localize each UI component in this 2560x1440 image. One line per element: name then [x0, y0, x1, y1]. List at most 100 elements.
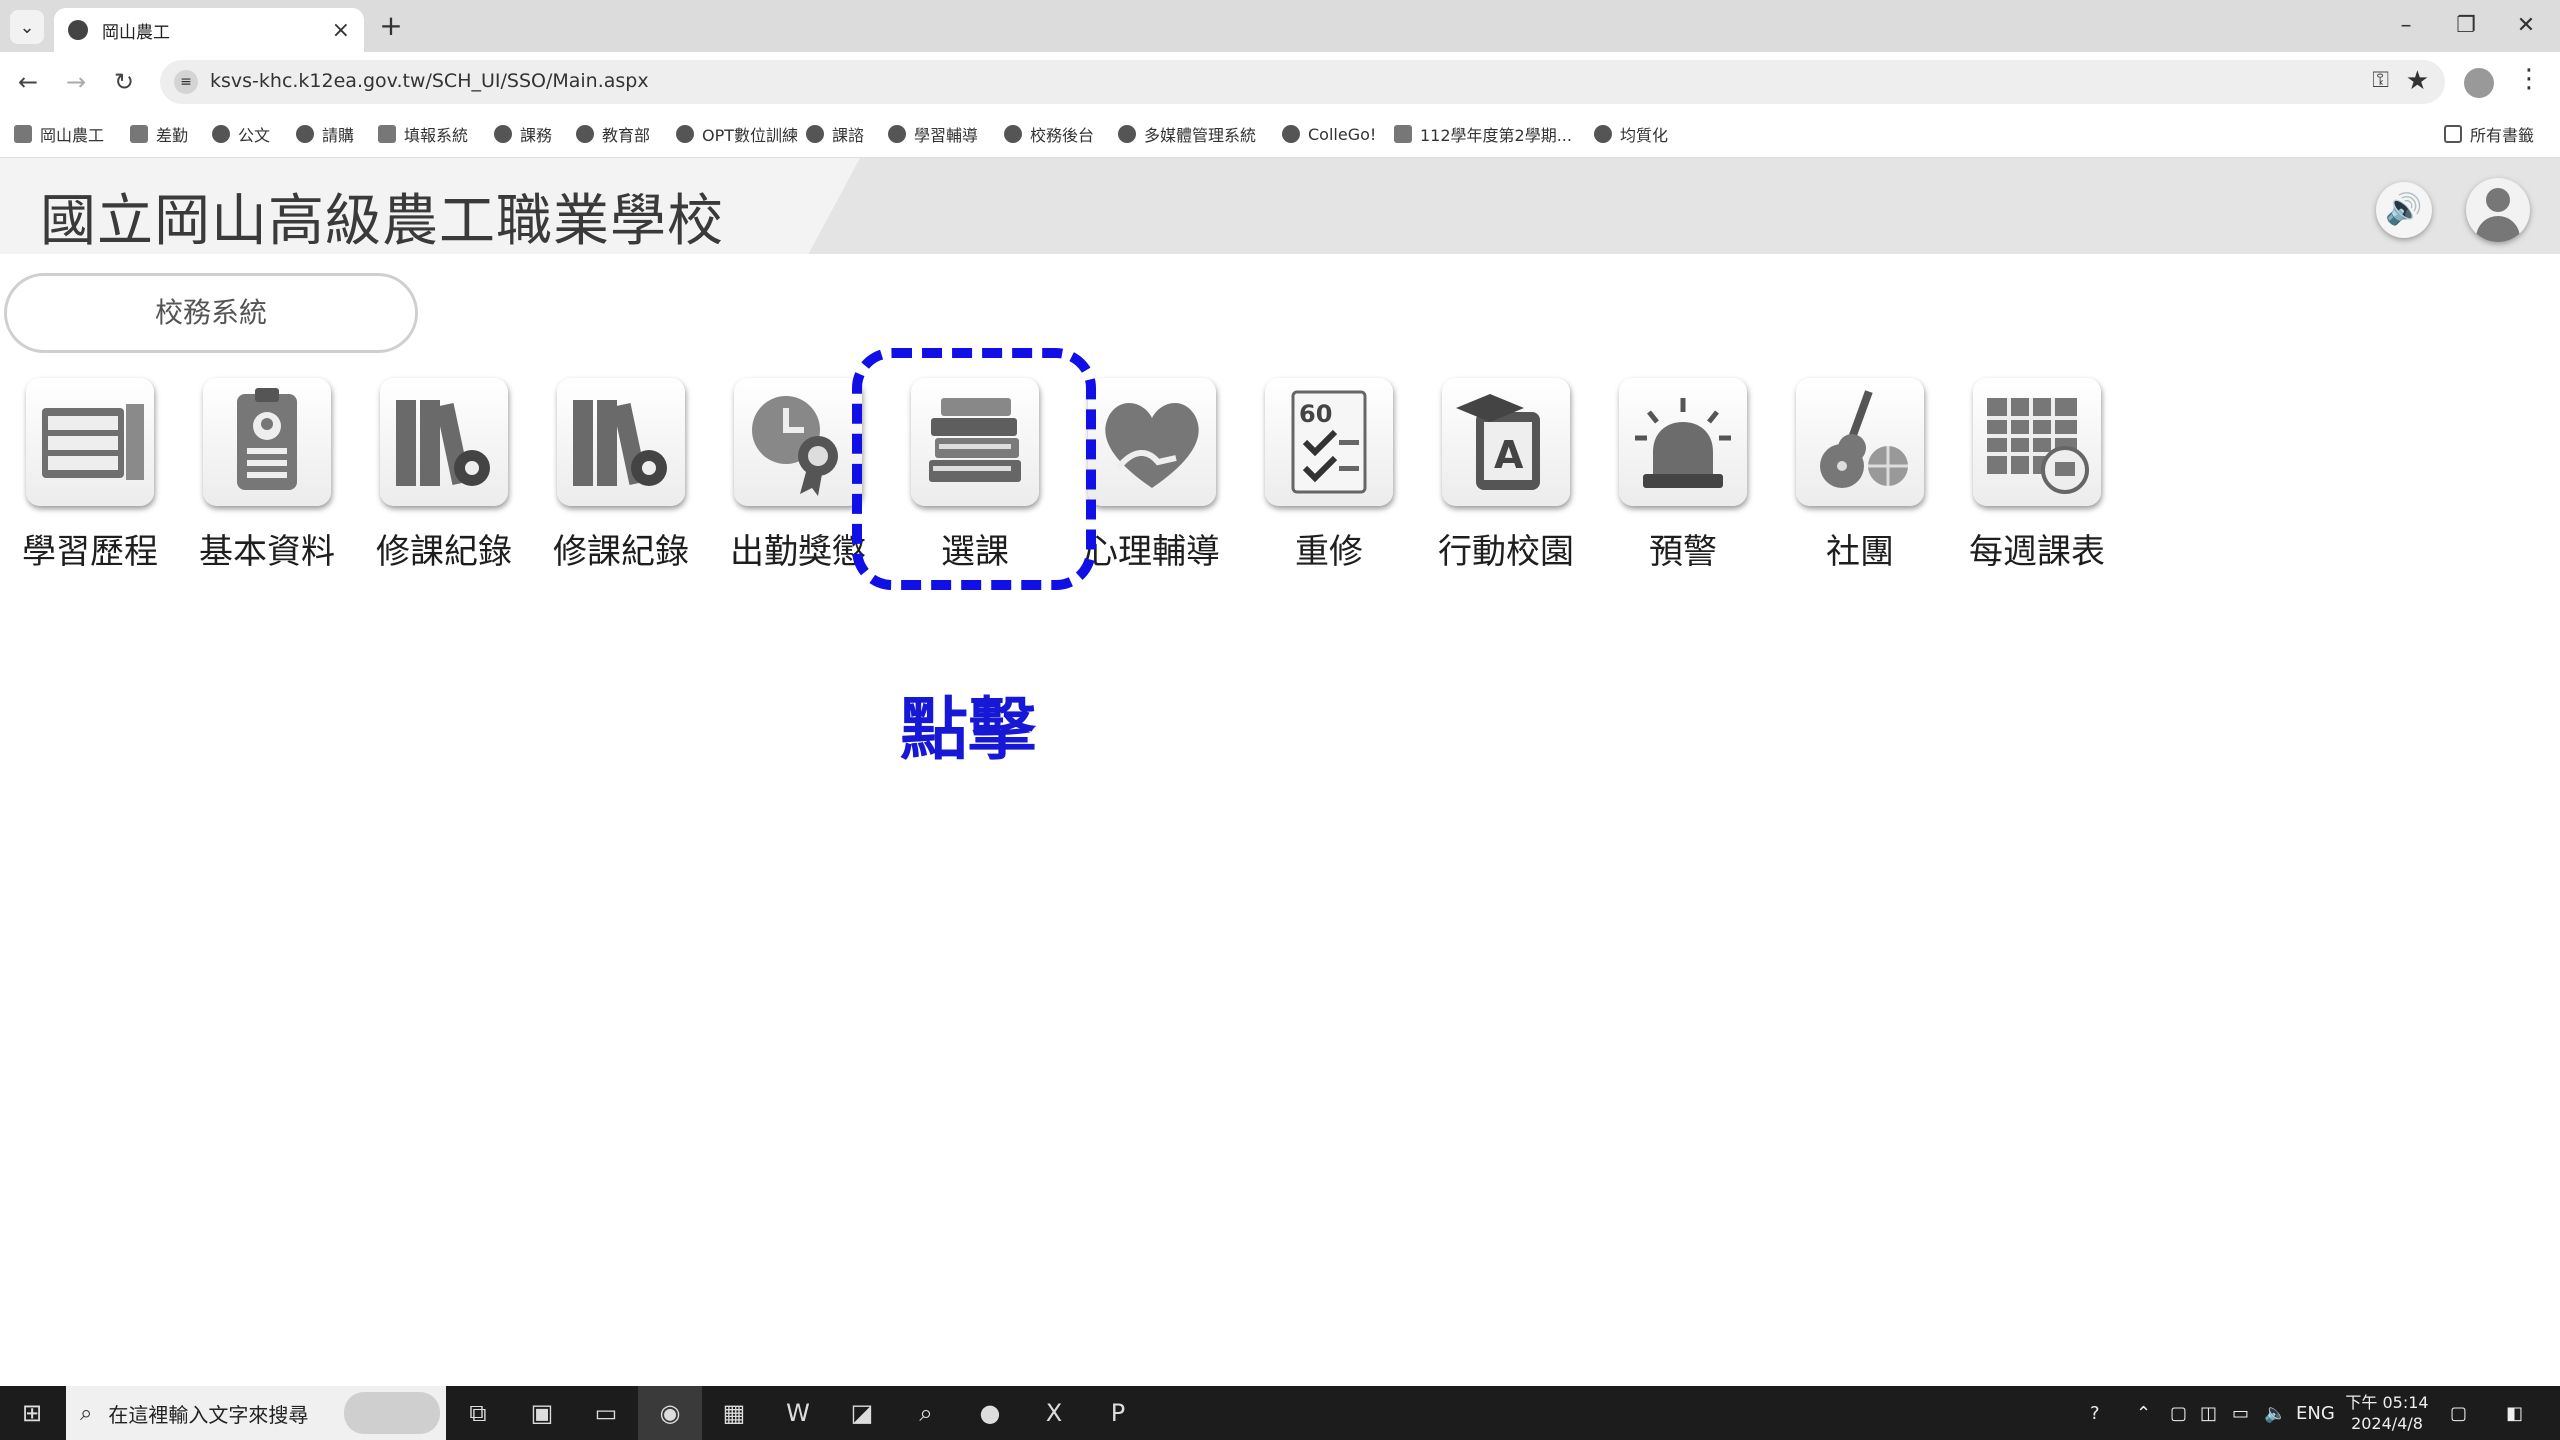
guitar-ball-icon: [1796, 378, 1924, 506]
bookmark-item[interactable]: 請購: [296, 122, 354, 146]
search-highlight-image: [344, 1392, 440, 1434]
chevron-up-icon[interactable]: ⌃: [2136, 1386, 2151, 1440]
restore-button[interactable]: ❐: [2436, 8, 2496, 44]
bookmark-star-icon[interactable]: ★: [2406, 66, 2429, 96]
bookmark-item[interactable]: 課務: [494, 122, 552, 146]
display-icon[interactable]: ◫: [2200, 1386, 2217, 1440]
volume-muted-icon[interactable]: 🔈: [2264, 1386, 2286, 1440]
system-button[interactable]: 校務系統: [4, 273, 418, 353]
globe-icon: [296, 125, 314, 143]
forward-icon[interactable]: →: [58, 64, 94, 100]
speaker-icon[interactable]: 🔊: [2376, 182, 2432, 238]
new-tab-button[interactable]: +: [374, 10, 408, 44]
close-window-button[interactable]: ✕: [2496, 8, 2556, 44]
profile-icon[interactable]: [2464, 68, 2494, 98]
browser-toolbar: ← → ↻ ≡ ksvs-khc.k12ea.gov.tw/SCH_UI/SSO…: [0, 52, 2560, 110]
tab-close-icon[interactable]: ×: [332, 18, 350, 43]
tab-search-dropdown-icon[interactable]: ⌄: [10, 10, 44, 44]
task-view-icon[interactable]: ⧉: [446, 1386, 510, 1440]
bookmark-item[interactable]: 教育部: [576, 122, 650, 146]
app-early-warning[interactable]: 預警: [1615, 378, 1751, 578]
user-avatar-icon[interactable]: [2466, 178, 2530, 242]
app-mobile-campus[interactable]: A 行動校園: [1438, 378, 1574, 578]
mobile-campus-icon: A: [1442, 378, 1570, 506]
file-explorer-icon[interactable]: ▭: [574, 1386, 638, 1440]
globe-icon: [806, 125, 824, 143]
bookmark-item[interactable]: 填報系統: [378, 122, 468, 146]
app-retake[interactable]: 60 重修: [1261, 378, 1397, 578]
action-center-icon[interactable]: ◧: [2506, 1386, 2523, 1440]
bookmark-item[interactable]: 均質化: [1594, 122, 1668, 146]
clock-time: 下午 05:14: [2345, 1393, 2429, 1412]
bookmark-item[interactable]: 差勤: [130, 122, 188, 146]
id-badge-icon: [203, 378, 331, 506]
app-counseling[interactable]: 心理輔導: [1084, 378, 1220, 578]
alarm-light-icon: [1619, 378, 1747, 506]
app-attendance-rewards[interactable]: 出勤獎懲: [730, 378, 866, 578]
taskbar-search[interactable]: ⌕ 在這裡輸入文字來搜尋: [66, 1386, 446, 1440]
globe-icon: [1594, 125, 1612, 143]
globe-icon: [494, 125, 512, 143]
school-title: 國立岡山高級農工職業學校: [40, 189, 724, 254]
bookmark-item[interactable]: 112學年度第2學期...: [1394, 122, 1572, 146]
notification-icon[interactable]: ▢: [2450, 1386, 2467, 1440]
app-weekly-timetable[interactable]: 每週課表: [1969, 378, 2105, 578]
bookmark-item[interactable]: 多媒體管理系統: [1118, 122, 1256, 146]
network-icon[interactable]: ▭: [2232, 1386, 2249, 1440]
site-icon: [212, 125, 230, 143]
powerpoint-icon[interactable]: P: [1086, 1386, 1150, 1440]
magnifier-icon[interactable]: ⌕: [894, 1386, 958, 1440]
app-label: 基本資料: [199, 532, 335, 572]
back-icon[interactable]: ←: [10, 64, 46, 100]
word-icon[interactable]: W: [766, 1386, 830, 1440]
excel-icon[interactable]: X: [1022, 1386, 1086, 1440]
bookmark-item[interactable]: 岡山農工: [14, 122, 104, 146]
calculator-icon[interactable]: ▦: [702, 1386, 766, 1440]
windows-start-icon[interactable]: ⊞: [0, 1386, 64, 1440]
binders-gear-icon: [557, 378, 685, 506]
bookmark-item[interactable]: 校務後台: [1004, 122, 1094, 146]
help-icon[interactable]: ?: [2090, 1386, 2100, 1440]
svg-text:A: A: [1494, 433, 1524, 477]
tab-strip: ⌄ 岡山農工 × + – ❐ ✕: [0, 0, 2560, 52]
cabinet-icon: [26, 378, 154, 506]
folder-icon: [2444, 125, 2462, 143]
clock[interactable]: 下午 05:14 2024/4/8: [2342, 1392, 2432, 1434]
document-icon: [1394, 125, 1412, 143]
address-bar[interactable]: ≡ ksvs-khc.k12ea.gov.tw/SCH_UI/SSO/Main.…: [160, 60, 2445, 104]
language-indicator[interactable]: ENG: [2296, 1386, 2335, 1440]
app-label: 每週課表: [1969, 532, 2105, 572]
bookmark-item[interactable]: OPT數位訓練: [676, 122, 798, 146]
bookmark-item[interactable]: 課諮: [806, 122, 864, 146]
all-bookmarks[interactable]: 所有書籤: [2444, 122, 2534, 146]
bookmark-item[interactable]: 學習輔導: [888, 122, 978, 146]
password-key-icon[interactable]: ⚿: [2372, 68, 2389, 93]
notes-icon[interactable]: ◪: [830, 1386, 894, 1440]
site-info-icon[interactable]: ≡: [174, 70, 198, 94]
app-learning-portfolio[interactable]: 學習歷程: [22, 378, 158, 578]
clock-date: 2024/4/8: [2351, 1414, 2423, 1433]
clock-award-icon: [734, 378, 862, 506]
highlight-dashed-box: [852, 348, 1096, 590]
app-label: 重修: [1295, 532, 1363, 572]
line-chat-icon[interactable]: ●: [958, 1386, 1022, 1440]
url-text[interactable]: ksvs-khc.k12ea.gov.tw/SCH_UI/SSO/Main.as…: [210, 70, 649, 92]
app-label: 修課紀錄: [376, 532, 512, 572]
app-clubs[interactable]: 社團: [1792, 378, 1928, 578]
store-icon[interactable]: ▣: [510, 1386, 574, 1440]
site-icon: [576, 125, 594, 143]
app-label: 學習歷程: [22, 532, 158, 572]
taskbar: ⊞ ⌕ 在這裡輸入文字來搜尋 ⧉ ▣ ▭ ◉ ▦ W ◪ ⌕ ● X P ? ⌃…: [0, 1386, 2560, 1440]
minimize-button[interactable]: –: [2376, 8, 2436, 44]
menu-kebab-icon[interactable]: ⋮: [2516, 64, 2542, 94]
chrome-icon[interactable]: ◉: [638, 1386, 702, 1440]
browser-tab[interactable]: 岡山農工 ×: [54, 8, 364, 52]
meet-icon[interactable]: ▢: [2170, 1386, 2187, 1440]
app-course-record-2[interactable]: 修課紀錄: [553, 378, 689, 578]
app-course-record-1[interactable]: 修課紀錄: [376, 378, 512, 578]
bookmark-item[interactable]: 公文: [212, 122, 270, 146]
bookmark-item[interactable]: ColleGo!: [1282, 122, 1376, 146]
reload-icon[interactable]: ↻: [106, 64, 142, 100]
app-basic-info[interactable]: 基本資料: [199, 378, 335, 578]
bookmarks-bar: 岡山農工 差勤 公文 請購 填報系統 課務 教育部 OPT數位訓練 課諮 學習輔…: [0, 110, 2560, 158]
